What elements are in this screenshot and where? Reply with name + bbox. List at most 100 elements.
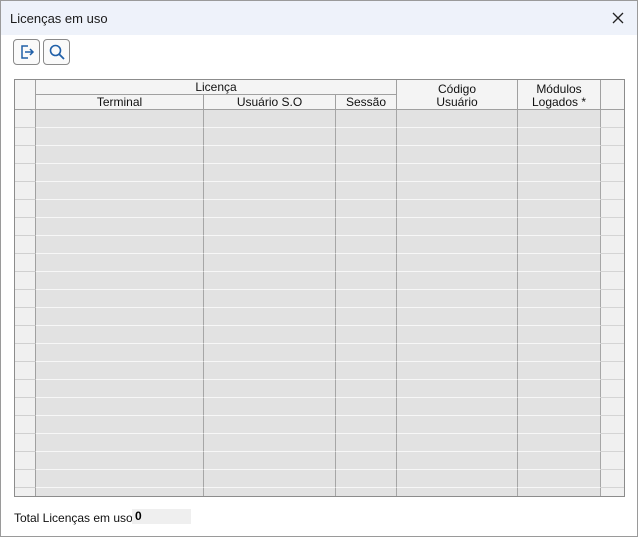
row-selector[interactable] <box>15 236 36 254</box>
table-row[interactable] <box>15 488 624 496</box>
terminal-cell[interactable] <box>36 452 204 470</box>
modulos-logados-cell[interactable] <box>518 308 601 326</box>
codigo-usuario-cell[interactable] <box>397 452 518 470</box>
filler-cell[interactable] <box>601 128 624 146</box>
terminal-cell[interactable] <box>36 290 204 308</box>
row-selector[interactable] <box>15 146 36 164</box>
usuario-so-cell[interactable] <box>204 290 336 308</box>
usuario-so-cell[interactable] <box>204 488 336 496</box>
modulos-logados-cell[interactable] <box>518 236 601 254</box>
codigo-usuario-header[interactable]: Código Usuário <box>397 80 518 110</box>
row-selector[interactable] <box>15 380 36 398</box>
filler-cell[interactable] <box>601 398 624 416</box>
terminal-header[interactable]: Terminal <box>36 95 204 110</box>
table-row[interactable] <box>15 254 624 272</box>
terminal-cell[interactable] <box>36 308 204 326</box>
modulos-logados-cell[interactable] <box>518 470 601 488</box>
terminal-cell[interactable] <box>36 362 204 380</box>
terminal-cell[interactable] <box>36 110 204 128</box>
sessao-cell[interactable] <box>336 254 397 272</box>
row-selector[interactable] <box>15 416 36 434</box>
sessao-cell[interactable] <box>336 470 397 488</box>
row-selector[interactable] <box>15 434 36 452</box>
modulos-logados-cell[interactable] <box>518 290 601 308</box>
sessao-cell[interactable] <box>336 398 397 416</box>
sessao-cell[interactable] <box>336 326 397 344</box>
codigo-usuario-cell[interactable] <box>397 200 518 218</box>
codigo-usuario-cell[interactable] <box>397 326 518 344</box>
codigo-usuario-cell[interactable] <box>397 308 518 326</box>
filler-cell[interactable] <box>601 272 624 290</box>
codigo-usuario-cell[interactable] <box>397 110 518 128</box>
row-selector[interactable] <box>15 272 36 290</box>
filler-cell[interactable] <box>601 290 624 308</box>
usuario-so-cell[interactable] <box>204 344 336 362</box>
modulos-logados-cell[interactable] <box>518 326 601 344</box>
filler-cell[interactable] <box>601 362 624 380</box>
filler-cell[interactable] <box>601 146 624 164</box>
filler-cell[interactable] <box>601 164 624 182</box>
filler-cell[interactable] <box>601 380 624 398</box>
codigo-usuario-cell[interactable] <box>397 182 518 200</box>
terminal-cell[interactable] <box>36 218 204 236</box>
sessao-cell[interactable] <box>336 218 397 236</box>
codigo-usuario-cell[interactable] <box>397 272 518 290</box>
filler-cell[interactable] <box>601 434 624 452</box>
terminal-cell[interactable] <box>36 398 204 416</box>
filler-cell[interactable] <box>601 452 624 470</box>
codigo-usuario-cell[interactable] <box>397 488 518 496</box>
codigo-usuario-cell[interactable] <box>397 362 518 380</box>
codigo-usuario-cell[interactable] <box>397 434 518 452</box>
licenses-grid[interactable]: Licença Terminal Usuário S.O Sessão Códi… <box>14 79 625 497</box>
modulos-logados-header[interactable]: Módulos Logados * <box>518 80 601 110</box>
codigo-usuario-cell[interactable] <box>397 344 518 362</box>
table-row[interactable] <box>15 452 624 470</box>
terminal-cell[interactable] <box>36 146 204 164</box>
filler-cell[interactable] <box>601 200 624 218</box>
sessao-cell[interactable] <box>336 182 397 200</box>
sessao-cell[interactable] <box>336 416 397 434</box>
filler-cell[interactable] <box>601 218 624 236</box>
codigo-usuario-cell[interactable] <box>397 416 518 434</box>
filler-cell[interactable] <box>601 488 624 496</box>
sessao-cell[interactable] <box>336 200 397 218</box>
filler-cell[interactable] <box>601 110 624 128</box>
row-selector[interactable] <box>15 452 36 470</box>
terminal-cell[interactable] <box>36 254 204 272</box>
filler-cell[interactable] <box>601 308 624 326</box>
usuario-so-cell[interactable] <box>204 254 336 272</box>
terminal-cell[interactable] <box>36 380 204 398</box>
terminal-cell[interactable] <box>36 488 204 496</box>
row-selector[interactable] <box>15 128 36 146</box>
sessao-cell[interactable] <box>336 308 397 326</box>
table-row[interactable] <box>15 362 624 380</box>
modulos-logados-cell[interactable] <box>518 182 601 200</box>
table-row[interactable] <box>15 128 624 146</box>
usuario-so-cell[interactable] <box>204 362 336 380</box>
usuario-so-cell[interactable] <box>204 272 336 290</box>
filler-cell[interactable] <box>601 236 624 254</box>
row-selector[interactable] <box>15 218 36 236</box>
sessao-cell[interactable] <box>336 488 397 496</box>
usuario-so-cell[interactable] <box>204 434 336 452</box>
sessao-cell[interactable] <box>336 146 397 164</box>
table-row[interactable] <box>15 272 624 290</box>
filler-cell[interactable] <box>601 344 624 362</box>
terminal-cell[interactable] <box>36 128 204 146</box>
modulos-logados-cell[interactable] <box>518 110 601 128</box>
row-selector[interactable] <box>15 200 36 218</box>
table-row[interactable] <box>15 470 624 488</box>
filler-cell[interactable] <box>601 182 624 200</box>
usuario-so-cell[interactable] <box>204 236 336 254</box>
terminal-cell[interactable] <box>36 326 204 344</box>
codigo-usuario-cell[interactable] <box>397 290 518 308</box>
modulos-logados-cell[interactable] <box>518 434 601 452</box>
sessao-cell[interactable] <box>336 452 397 470</box>
codigo-usuario-cell[interactable] <box>397 218 518 236</box>
filler-cell[interactable] <box>601 326 624 344</box>
modulos-logados-cell[interactable] <box>518 200 601 218</box>
table-row[interactable] <box>15 236 624 254</box>
terminal-cell[interactable] <box>36 164 204 182</box>
usuario-so-cell[interactable] <box>204 308 336 326</box>
sessao-cell[interactable] <box>336 290 397 308</box>
